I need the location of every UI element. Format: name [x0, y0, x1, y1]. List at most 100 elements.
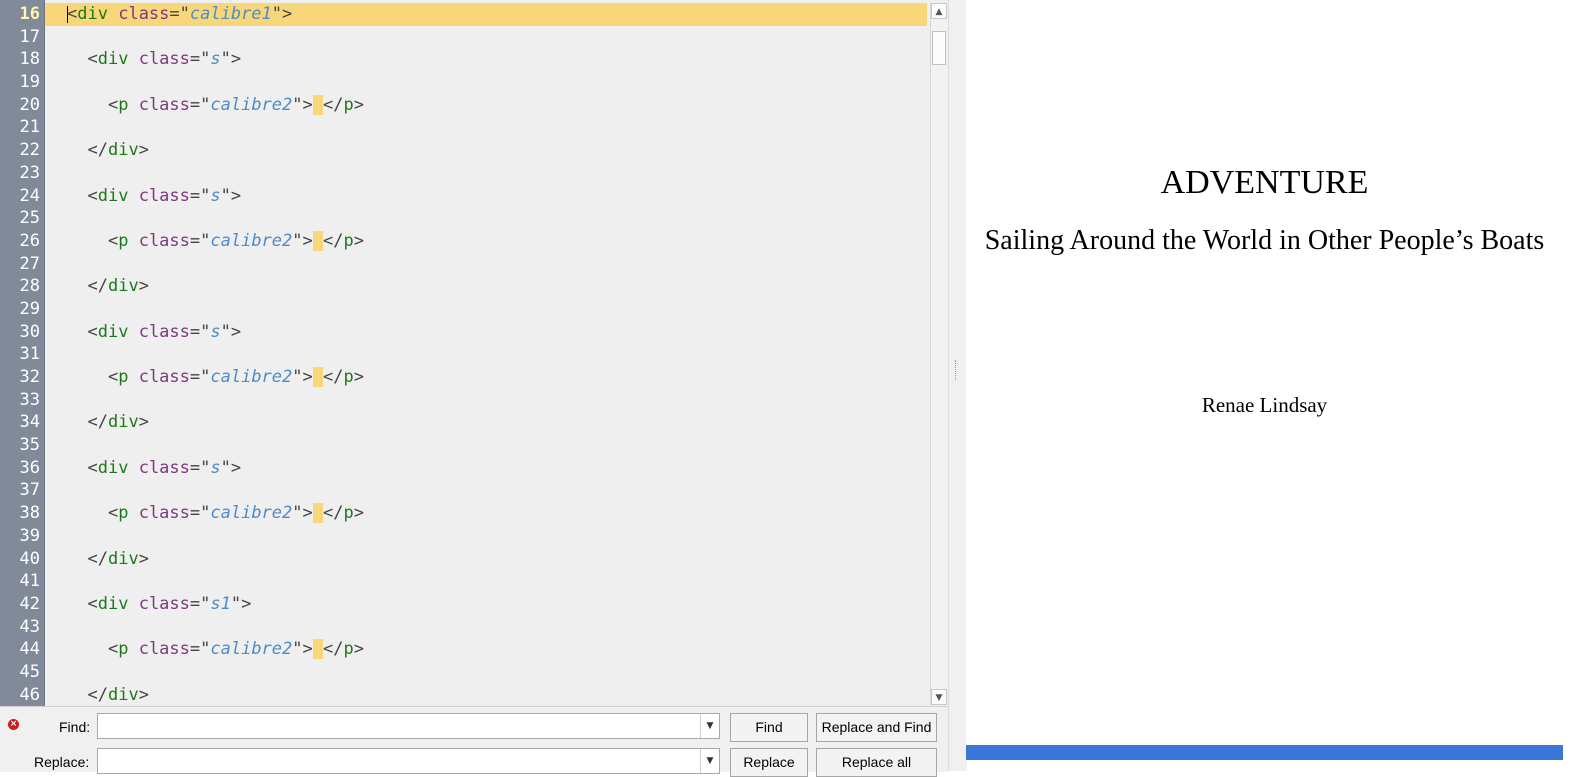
code-line[interactable]: 17 — [20, 26, 927, 49]
splitter-grip[interactable] — [955, 360, 958, 380]
code-text[interactable]: <p class="calibre2">_</p> — [67, 94, 364, 117]
code-line[interactable]: 26 <p class="calibre2">_</p> — [20, 230, 927, 253]
code-line[interactable]: 36 <div class="s"> — [20, 457, 927, 480]
code-line[interactable]: 44 <p class="calibre2">_</p> — [20, 638, 927, 661]
code-text[interactable]: <div class="s"> — [67, 185, 241, 208]
line-number: 21 — [19, 117, 40, 138]
code-line[interactable]: 39 — [20, 525, 927, 548]
code-text[interactable]: <div class="s"> — [67, 457, 241, 480]
code-line[interactable]: 37 — [20, 479, 927, 502]
code-text[interactable]: </div> — [67, 684, 148, 707]
code-line[interactable]: 46 </div> — [20, 684, 927, 707]
line-number: 26 — [19, 230, 40, 251]
code-token: class — [138, 321, 190, 342]
code-line[interactable]: 27 — [20, 253, 927, 276]
code-token: < — [87, 321, 98, 342]
code-text[interactable]: <p class="calibre2">_</p> — [67, 366, 364, 389]
code-line[interactable]: 42 <div class="s1"> — [20, 593, 927, 616]
code-line[interactable]: 19 — [20, 71, 927, 94]
replace-and-find-button[interactable]: Replace and Find — [816, 713, 937, 742]
code-token: "> — [292, 367, 313, 387]
close-icon[interactable]: × — [8, 719, 19, 730]
code-line[interactable]: 21 — [20, 116, 927, 139]
code-line[interactable]: 32 <p class="calibre2">_</p> — [20, 366, 927, 389]
code-text[interactable]: <div class="s"> — [67, 48, 241, 71]
code-token: div — [107, 548, 139, 569]
scroll-down-arrow-icon[interactable]: ▼ — [931, 689, 947, 705]
find-button[interactable]: Find — [730, 713, 808, 742]
replace-input[interactable]: ▼ — [97, 748, 720, 774]
code-line[interactable]: 35 — [20, 434, 927, 457]
code-token: calibre2 — [210, 230, 293, 251]
code-line[interactable]: 18 <div class="s"> — [20, 48, 927, 71]
line-number: 40 — [19, 548, 40, 569]
code-line[interactable]: 23 — [20, 162, 927, 185]
code-text[interactable]: <div class="s1"> — [67, 593, 251, 616]
replace-button[interactable]: Replace — [730, 748, 808, 777]
code-token: > — [138, 140, 149, 161]
replace-all-button[interactable]: Replace all — [816, 748, 937, 777]
code-token: > — [353, 367, 364, 387]
code-text[interactable]: <div class="s"> — [67, 321, 241, 344]
code-line[interactable]: 40 </div> — [20, 548, 927, 571]
code-line[interactable]: 43 — [20, 616, 927, 639]
code-token: < — [87, 185, 98, 206]
line-number: 17 — [19, 26, 40, 47]
code-token: > — [138, 548, 149, 569]
pane-splitter[interactable] — [948, 0, 967, 771]
code-line[interactable]: 45 — [20, 661, 927, 684]
code-token: p — [118, 230, 129, 251]
code-line[interactable]: 38 <p class="calibre2">_</p> — [20, 502, 927, 525]
code-token: div — [107, 684, 139, 705]
scrollbar-thumb[interactable] — [932, 31, 946, 65]
code-token: </ — [87, 548, 108, 569]
chevron-down-icon[interactable]: ▼ — [700, 749, 719, 773]
line-number: 31 — [19, 344, 40, 365]
code-line[interactable]: 41 — [20, 570, 927, 593]
code-text[interactable]: <p class="calibre2">_</p> — [67, 638, 364, 661]
code-text[interactable]: </div> — [67, 411, 148, 434]
code-token: div — [107, 412, 139, 433]
chevron-down-icon[interactable]: ▼ — [700, 714, 719, 738]
code-token: =" — [189, 49, 211, 70]
vertical-scrollbar[interactable]: ▲ ▼ — [930, 3, 947, 705]
code-text[interactable]: <div class="calibre1"> — [67, 3, 292, 26]
code-line[interactable]: 30 <div class="s"> — [20, 321, 927, 344]
code-token: < — [87, 457, 98, 478]
code-text[interactable]: </div> — [67, 275, 148, 298]
code-text[interactable]: <p class="calibre2">_</p> — [67, 502, 364, 525]
book-subtitle: Sailing Around the World in Other People… — [984, 225, 1545, 256]
line-number: 42 — [19, 593, 40, 614]
code-editor[interactable]: 16 <div class="calibre1"> 17 18 <div class=… — [0, 0, 948, 706]
find-input[interactable]: ▼ — [97, 713, 720, 739]
code-token: < — [67, 4, 78, 24]
code-token: div — [97, 321, 129, 342]
code-line[interactable]: 31 — [20, 343, 927, 366]
code-token: div — [97, 457, 129, 478]
line-number: 37 — [19, 480, 40, 501]
scroll-up-arrow-icon[interactable]: ▲ — [931, 3, 947, 19]
code-line[interactable]: 29 — [20, 298, 927, 321]
code-text[interactable]: <p class="calibre2">_</p> — [67, 230, 364, 253]
code-token: p — [343, 367, 354, 387]
code-line[interactable]: 16 <div class="calibre1"> — [0, 3, 927, 26]
code-text[interactable]: </div> — [67, 548, 149, 571]
code-line[interactable]: 33 — [20, 389, 927, 412]
code-line[interactable]: 24 <div class="s"> — [20, 185, 927, 208]
code-line[interactable]: 34 </div> — [20, 411, 927, 434]
code-token: p — [118, 639, 129, 660]
code-area[interactable]: 16 <div class="calibre1"> 17 18 <div class=… — [0, 3, 927, 707]
code-line[interactable]: 22 </div> — [20, 139, 927, 162]
line-number: 39 — [19, 525, 40, 546]
code-line[interactable]: 25 — [20, 207, 927, 230]
code-token: p — [343, 503, 354, 524]
line-number: 34 — [19, 412, 40, 433]
code-line[interactable]: 20 <p class="calibre2">_</p> — [20, 94, 927, 117]
code-token: =" — [189, 457, 211, 478]
code-text[interactable]: </div> — [67, 139, 149, 162]
book-title: ADVENTURE — [1160, 164, 1369, 201]
code-line[interactable]: 28 </div> — [20, 275, 927, 298]
